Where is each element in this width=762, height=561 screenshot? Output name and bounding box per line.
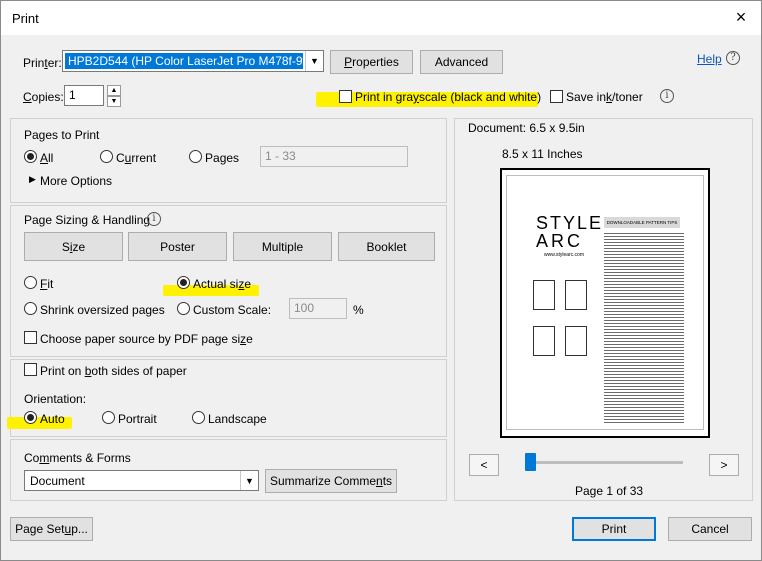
copies-label: Copies: (23, 90, 64, 104)
printer-select[interactable]: HPB2D544 (HP Color LaserJet Pro M478f-9f… (62, 50, 324, 72)
copies-input[interactable]: 1 (64, 85, 104, 106)
window-title: Print (12, 11, 39, 26)
pattern-thumbnail (533, 326, 555, 356)
info-icon[interactable]: i (147, 212, 161, 226)
orientation-landscape-label: Landscape (208, 412, 267, 426)
info-icon[interactable]: i (660, 89, 674, 103)
previous-page-button[interactable]: < (469, 454, 499, 476)
save-ink-checkbox[interactable] (550, 90, 563, 103)
page-sizing-heading: Page Sizing & Handling (24, 213, 151, 227)
actual-size-label: Actual size (193, 277, 252, 291)
properties-button[interactable]: Properties (330, 50, 413, 74)
help-link[interactable]: Help (697, 52, 722, 66)
close-icon[interactable]: × (729, 5, 753, 29)
help-icon[interactable]: ? (726, 51, 740, 65)
preview-page-sheet: STYLE ARC www.stylearc.com DOWNLOADABLE … (507, 176, 703, 429)
advanced-button[interactable]: Advanced (420, 50, 503, 74)
page-preview: STYLE ARC www.stylearc.com DOWNLOADABLE … (500, 168, 710, 438)
comments-forms-selected-value: Document (30, 474, 85, 488)
orientation-auto-label: Auto (40, 412, 65, 426)
page-setup-button[interactable]: Page Set u p... (10, 517, 93, 541)
copies-increment-button[interactable]: ▲ (107, 85, 121, 96)
brand-url: www.stylearc.com (544, 252, 585, 258)
brand-line-1: STYLE (536, 213, 604, 233)
orientation-portrait-label: Portrait (118, 412, 157, 426)
pages-to-print-heading: Pages to Print (24, 128, 100, 142)
brand-line-2: ARC (536, 231, 584, 251)
paper-source-label: Choose paper source by PDF page size (40, 332, 253, 346)
document-size-label: Document: 6.5 x 9.5in (468, 121, 585, 135)
pages-current-label: Current (116, 151, 157, 165)
summarize-comments-button[interactable]: Summarize Comme n ts (265, 469, 397, 493)
next-page-button[interactable]: > (709, 454, 739, 476)
pattern-thumbnail (565, 280, 587, 310)
paper-size-label: 8.5 x 11 Inches (502, 147, 583, 161)
orientation-landscape-radio[interactable] (192, 411, 205, 424)
comments-forms-heading: Comments & Forms (24, 451, 131, 465)
fit-label: Fit (40, 277, 54, 291)
pages-all-radio[interactable] (24, 150, 37, 163)
print-dialog: Print × Printer: HPB2D544 (HP Color Lase… (0, 0, 762, 561)
custom-scale-input[interactable]: 100 (289, 298, 347, 319)
pages-all-label: All (40, 151, 54, 165)
pages-range-radio[interactable] (189, 150, 202, 163)
duplex-checkbox[interactable] (24, 363, 37, 376)
actual-size-radio[interactable] (177, 276, 190, 289)
orientation-portrait-radio[interactable] (102, 411, 115, 424)
print-button[interactable]: Print (572, 517, 656, 541)
pages-range-label: Pages (205, 151, 240, 165)
chevron-down-icon: ▼ (305, 51, 323, 71)
page-slider-track[interactable] (525, 461, 683, 464)
expand-triangle-icon[interactable]: ▶ (29, 174, 36, 185)
printer-selected-value: HPB2D544 (HP Color LaserJet Pro M478f-9f… (65, 53, 303, 69)
custom-scale-label: Custom Scale: (193, 303, 272, 317)
paper-source-checkbox[interactable] (24, 331, 37, 344)
percent-label: % (353, 303, 364, 317)
page-range-input[interactable]: 1 - 33 (260, 146, 408, 167)
orientation-heading: Orientation: (24, 392, 87, 406)
fit-radio[interactable] (24, 276, 37, 289)
pattern-thumbnail (533, 280, 555, 310)
booklet-tab-button[interactable]: Booklet (338, 232, 435, 261)
comments-forms-select[interactable]: Document ▼ (24, 470, 259, 491)
poster-tab-button[interactable]: Poster (128, 232, 227, 261)
pages-current-radio[interactable] (100, 150, 113, 163)
cancel-button[interactable]: Cancel (668, 517, 752, 541)
multiple-tab-button[interactable]: Multiple (233, 232, 332, 261)
orientation-auto-radio[interactable] (24, 411, 37, 424)
doc-heading: DOWNLOADABLE PATTERN TIPS (604, 217, 680, 228)
pattern-thumbnail (565, 326, 587, 356)
size-tab-button[interactable]: Si ze (24, 232, 123, 261)
save-ink-label: Save ink/toner (566, 90, 643, 104)
chevron-down-icon: ▼ (240, 471, 258, 490)
grayscale-label: Print in grayscale (black and white) (355, 90, 542, 104)
page-status: Page 1 of 33 (575, 484, 644, 498)
doc-body-text (604, 231, 684, 423)
more-options-toggle[interactable]: More Options (40, 174, 112, 188)
printer-label: Printer: (23, 56, 62, 70)
title-bar: Print × (1, 1, 761, 35)
custom-scale-radio[interactable] (177, 302, 190, 315)
copies-decrement-button[interactable]: ▼ (107, 96, 121, 107)
shrink-oversized-radio[interactable] (24, 302, 37, 315)
duplex-label: Print on both sides of paper (40, 364, 187, 378)
shrink-oversized-label: Shrink oversized pages (40, 303, 165, 317)
grayscale-checkbox[interactable] (339, 90, 352, 103)
page-slider-thumb[interactable] (525, 453, 536, 471)
